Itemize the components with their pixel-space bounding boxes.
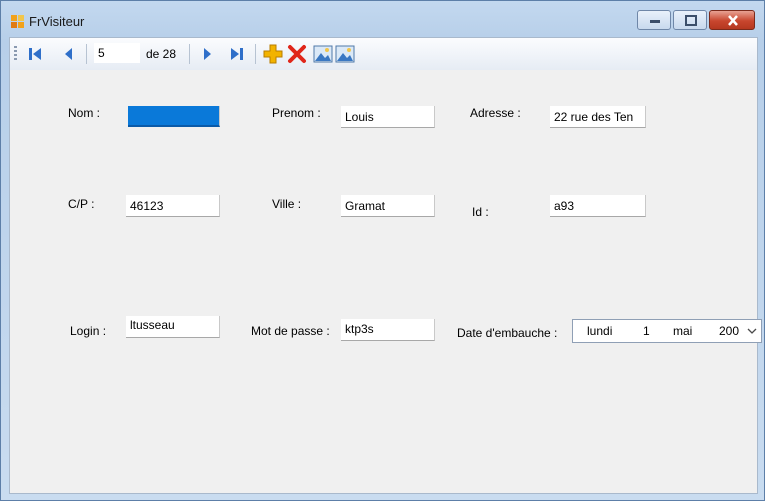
delete-button[interactable] <box>286 43 308 65</box>
app-icon <box>11 15 25 29</box>
maximize-button[interactable] <box>673 10 707 30</box>
login-field[interactable]: ltusseau <box>126 316 220 338</box>
toolbar-separator <box>189 44 190 64</box>
image-button-1[interactable] <box>312 43 334 65</box>
move-next-icon <box>204 48 211 60</box>
title-bar[interactable]: FrVisiteur <box>1 1 764 37</box>
nom-label: Nom : <box>68 106 101 120</box>
id-field[interactable]: a93 <box>550 195 646 217</box>
move-next-button[interactable] <box>196 43 218 65</box>
nom-field[interactable] <box>128 106 220 127</box>
adresse-label: Adresse : <box>470 106 521 120</box>
move-previous-icon <box>65 48 72 60</box>
ville-field[interactable]: Gramat <box>341 195 435 217</box>
minimize-icon <box>650 20 660 23</box>
form-client-area: de 28 <box>9 37 762 494</box>
position-item-input[interactable] <box>94 43 140 63</box>
mdp-label: Mot de passe : <box>251 324 330 338</box>
move-first-icon <box>29 48 41 60</box>
delete-icon <box>288 45 306 63</box>
close-icon <box>728 15 738 26</box>
date-day: 1 <box>643 324 650 338</box>
minimize-button[interactable] <box>637 10 671 30</box>
mdp-field[interactable]: ktp3s <box>341 319 435 341</box>
prenom-label: Prenom : <box>272 106 321 120</box>
toolbar-grip[interactable] <box>14 46 17 62</box>
add-new-button[interactable] <box>262 43 284 65</box>
id-label: Id : <box>472 205 489 219</box>
cp-field[interactable]: 46123 <box>126 195 220 217</box>
picture-icon <box>335 45 355 63</box>
date-day-name: lundi <box>587 324 613 338</box>
plus-icon <box>263 44 283 64</box>
picture-icon <box>313 45 333 63</box>
ville-label: Ville : <box>272 197 302 211</box>
date-embauche-picker[interactable]: lundi 1 mai 200 <box>572 319 762 343</box>
move-first-button[interactable] <box>24 43 46 65</box>
embauche-label: Date d'embauche : <box>457 326 558 340</box>
move-previous-button[interactable] <box>58 43 80 65</box>
close-button[interactable] <box>709 10 755 30</box>
app-window: FrVisiteur 5 de 28 Nom: Prenom: Louis … <box>0 0 765 501</box>
login-label: Login : <box>70 324 107 338</box>
count-item-label: de 28 <box>146 47 177 61</box>
adresse-field[interactable]: 22 rue des Ten <box>550 106 646 128</box>
date-year: 200 <box>719 324 740 338</box>
cp-label: C/P : <box>68 197 95 211</box>
toolbar-separator <box>86 44 87 64</box>
window-title: FrVisiteur <box>29 14 85 29</box>
chevron-down-icon[interactable] <box>745 323 759 339</box>
move-last-icon <box>231 48 243 60</box>
maximize-icon <box>685 15 697 26</box>
date-month: mai <box>673 324 693 338</box>
move-last-button[interactable] <box>226 43 248 65</box>
binding-navigator-toolbar: de 28 <box>10 38 757 70</box>
image-button-2[interactable] <box>334 43 356 65</box>
toolbar-separator <box>255 44 256 64</box>
prenom-field[interactable]: Louis <box>341 106 435 128</box>
